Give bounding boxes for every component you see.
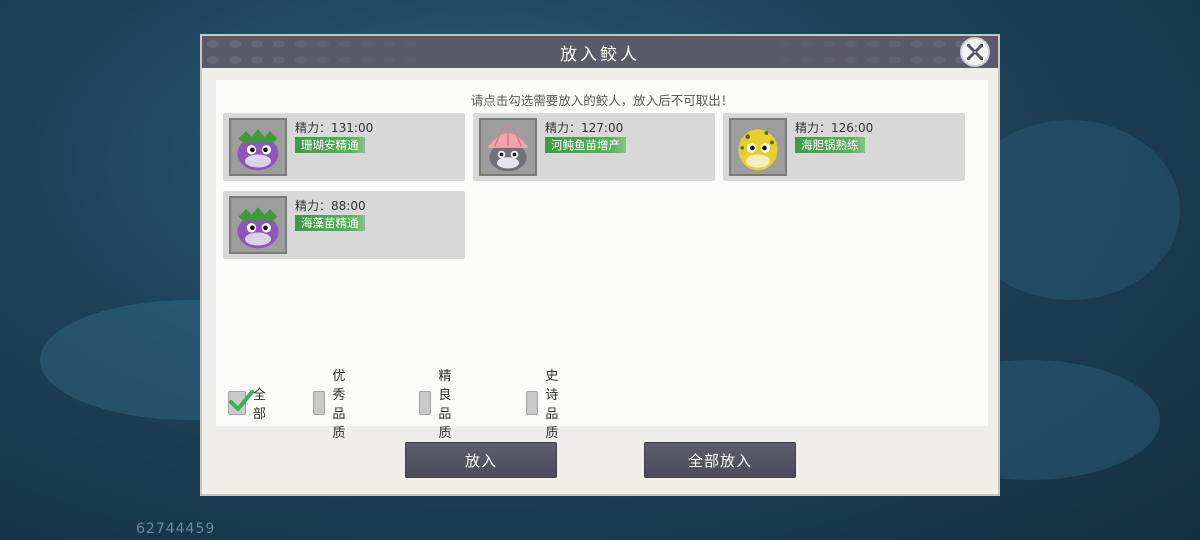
filter-epic[interactable]: 史诗品质 xyxy=(526,369,570,441)
filter-excellent[interactable]: 优秀品质 xyxy=(313,369,357,441)
player-uid: 62744459 xyxy=(136,521,216,537)
skill-tag: 珊瑚安精通 xyxy=(295,137,365,153)
merman-portrait xyxy=(479,118,537,176)
purple-fish-icon xyxy=(231,198,285,252)
filter-checkbox[interactable] xyxy=(419,391,432,415)
checkmark-icon xyxy=(229,390,254,411)
instruction-text: 请点击勾选需要放入的鲛人，放入后不可取出！ xyxy=(470,93,734,108)
skill-tag: 海胆锅熟练 xyxy=(795,137,865,153)
grey-fish-shell-icon xyxy=(481,120,535,174)
filter-checkbox[interactable] xyxy=(228,390,254,415)
merman-card[interactable]: 精力：127:00 河鲀鱼苗增产 xyxy=(473,113,715,181)
dialog-title: 放入鲛人 xyxy=(202,36,998,68)
filter-label: 优秀品质 xyxy=(332,369,346,441)
place-button[interactable]: 放入 xyxy=(405,442,557,478)
merman-card[interactable]: 精力：88:00 海藻苗精通 xyxy=(223,191,465,259)
place-merman-dialog: 放入鲛人 请点击勾选需要放入的鲛人，放入后不可取出！ 精力：131:00 珊瑚安 xyxy=(200,34,1000,496)
place-all-button[interactable]: 全部放入 xyxy=(644,442,796,478)
filter-all[interactable]: 全部 xyxy=(228,388,272,422)
skill-tag: 河鲀鱼苗增产 xyxy=(545,137,626,153)
merman-card[interactable]: 精力：126:00 海胆锅熟练 xyxy=(723,113,965,181)
stamina-value: 精力：88:00 xyxy=(295,199,366,213)
merman-portrait xyxy=(729,118,787,176)
filter-fine[interactable]: 精良品质 xyxy=(419,369,463,441)
filter-checkbox[interactable] xyxy=(313,391,326,415)
purple-fish-icon xyxy=(231,120,285,174)
close-button[interactable] xyxy=(960,37,990,67)
merman-portrait xyxy=(229,118,287,176)
skill-tag: 海藻苗精通 xyxy=(295,215,365,231)
merman-card[interactable]: 精力：131:00 珊瑚安精通 xyxy=(223,113,465,181)
filter-label: 全部 xyxy=(253,388,267,422)
merman-portrait xyxy=(229,196,287,254)
filter-label: 精良品质 xyxy=(438,369,452,441)
filter-label: 史诗品质 xyxy=(545,369,559,441)
close-x-icon xyxy=(967,44,983,60)
stamina-value: 精力：127:00 xyxy=(545,121,624,135)
merman-list-panel: 请点击勾选需要放入的鲛人，放入后不可取出！ 精力：131:00 珊瑚安精通 精力… xyxy=(216,80,988,441)
filter-checkbox[interactable] xyxy=(526,391,539,415)
stamina-value: 精力：126:00 xyxy=(795,121,874,135)
yellow-fish-icon xyxy=(731,120,785,174)
stamina-value: 精力：131:00 xyxy=(295,121,374,135)
